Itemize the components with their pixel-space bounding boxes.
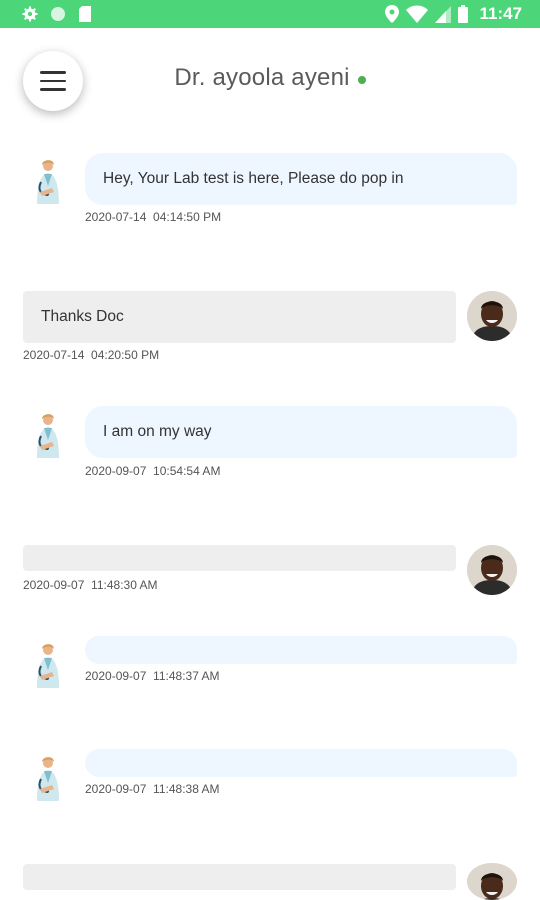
- doctor-avatar: [36, 756, 60, 801]
- signal-icon: [435, 5, 452, 23]
- message-timestamp: 2020-07-14 04:20:50 PM: [23, 348, 160, 362]
- wifi-icon: [406, 5, 429, 23]
- user-avatar: [467, 863, 517, 900]
- message-timestamp: 2020-09-07 11:48:37 AM: [85, 669, 220, 683]
- message-text: Thanks Doc: [41, 308, 124, 325]
- incoming-message-bubble[interactable]: I am on my way: [85, 406, 517, 458]
- message-timestamp: 2020-09-07 10:54:54 AM: [85, 464, 221, 478]
- doctor-avatar: [36, 643, 60, 688]
- message-text: I am on my way: [103, 423, 212, 440]
- doctor-avatar: [36, 159, 60, 204]
- circle-icon: [51, 7, 65, 21]
- user-avatar: [467, 545, 517, 595]
- status-bar-right: 11:47: [385, 4, 522, 24]
- outgoing-message-bubble[interactable]: [23, 545, 456, 571]
- battery-icon: [458, 5, 469, 23]
- outgoing-message-bubble[interactable]: [23, 864, 456, 890]
- settings-icon: [22, 6, 38, 22]
- status-time: 11:47: [479, 4, 522, 23]
- incoming-message-bubble[interactable]: [85, 749, 517, 777]
- incoming-message-bubble[interactable]: Hey, Your Lab test is here, Please do po…: [85, 153, 517, 205]
- location-icon: [385, 5, 400, 23]
- doctor-name-title: Dr. ayoola ayeni: [174, 64, 350, 91]
- status-bar: 11:47: [0, 0, 540, 28]
- user-avatar: [467, 291, 517, 341]
- message-timestamp: 2020-09-07 11:48:30 AM: [23, 578, 158, 592]
- message-timestamp: 2020-07-14 04:14:50 PM: [85, 210, 222, 224]
- status-bar-left: [22, 6, 92, 22]
- message-text: Hey, Your Lab test is here, Please do po…: [103, 170, 404, 187]
- incoming-message-bubble[interactable]: [85, 636, 517, 664]
- outgoing-message-bubble[interactable]: Thanks Doc: [23, 291, 456, 343]
- doctor-avatar: [36, 413, 60, 458]
- sd-card-icon: [79, 6, 91, 22]
- online-status-dot: [357, 76, 366, 84]
- chat-header: Dr. ayoola ayeni: [0, 64, 540, 92]
- message-timestamp: 2020-09-07 11:48:38 AM: [85, 782, 220, 796]
